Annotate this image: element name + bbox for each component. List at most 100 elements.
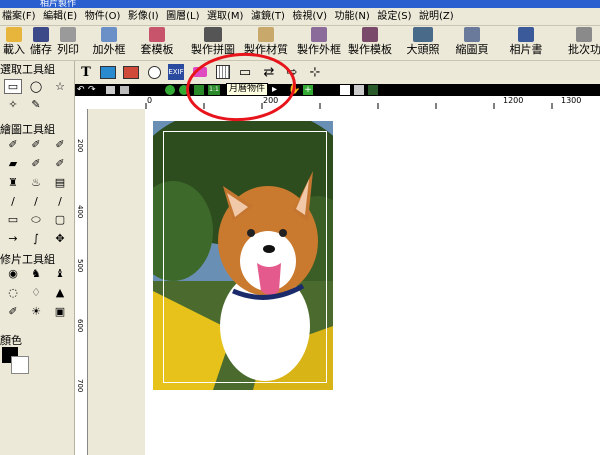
lasso-icon[interactable]: ☆ (51, 79, 69, 94)
ruler-label: 0 (147, 96, 153, 105)
clone-icon[interactable]: ♞ (27, 266, 45, 281)
background-color-swatch[interactable] (11, 356, 29, 374)
frame-design-icon (311, 27, 327, 42)
make-frame-button[interactable]: 製作外框 (295, 26, 343, 60)
smudge-icon[interactable]: ✐ (27, 156, 45, 171)
drop-icon[interactable]: ♢ (27, 285, 45, 300)
bottle-icon[interactable]: ♝ (51, 266, 69, 281)
highlighter-icon[interactable]: ✐ (51, 156, 69, 171)
photo-object-icon[interactable] (123, 64, 139, 80)
move-icon[interactable]: ✥ (51, 231, 69, 246)
red-eye-icon[interactable]: ◉ (4, 266, 22, 281)
collage-icon (204, 27, 222, 42)
sharpen-icon[interactable]: ▲ (51, 285, 69, 300)
save-button[interactable]: 儲存 (29, 26, 53, 60)
patch-icon[interactable]: ▣ (51, 304, 69, 319)
ellipse-shape-icon[interactable]: ⬭ (27, 212, 45, 227)
view-toolbar: ↶ ↷ 1:1 ▸ ✋ + (75, 84, 600, 96)
magic-wand-icon[interactable]: ✧ (4, 97, 22, 112)
marker-icon[interactable]: / (27, 194, 45, 209)
template-design-icon (362, 27, 378, 42)
tooltip: 月曆物件 (226, 83, 269, 96)
menu-file[interactable]: 檔案(F) (0, 8, 38, 25)
brush-icon[interactable]: ✐ (4, 137, 22, 152)
ruler-label: 600 (76, 319, 84, 333)
album-icon (518, 27, 534, 42)
menu-view[interactable]: 檢視(V) (290, 8, 329, 25)
print-button[interactable]: 列印 (56, 26, 80, 60)
frame-icon (101, 27, 117, 42)
arrow-line-icon[interactable]: → (4, 231, 22, 246)
nodes-icon[interactable]: ⊹ (307, 64, 323, 80)
add-icon[interactable]: + (303, 85, 313, 95)
redo-icon[interactable]: ↷ (88, 85, 98, 95)
menu-bar: 檔案(F) 編輯(E) 物件(O) 影像(I) 圖層(L) 選取(M) 濾鏡(T… (0, 8, 600, 26)
template-button[interactable]: 套模板 (139, 26, 175, 60)
texture-icon (258, 27, 274, 42)
canvas-gutter (88, 109, 145, 455)
clock-icon[interactable] (146, 64, 162, 80)
load-button[interactable]: 載入 (2, 26, 26, 60)
text-tool-icon[interactable]: T (78, 64, 94, 80)
menu-image[interactable]: 影像(I) (126, 8, 161, 25)
foreground-swatch[interactable] (340, 85, 350, 95)
swatch-dropdown-icon[interactable] (368, 85, 378, 95)
ruler-label: 200 (76, 139, 84, 153)
undo-icon[interactable]: ↶ (77, 85, 87, 95)
pen-icon[interactable]: / (4, 194, 22, 209)
batch-icon (576, 27, 592, 42)
ellipse-select-icon[interactable]: ◯ (27, 79, 45, 94)
batch-button[interactable]: 批次功 (568, 26, 600, 60)
blur-icon[interactable]: ◌ (4, 285, 22, 300)
menu-help[interactable]: 說明(Z) (417, 8, 456, 25)
gradient-icon[interactable]: ▤ (51, 175, 69, 190)
menu-filter[interactable]: 濾鏡(T) (249, 8, 287, 25)
color-title: 顏色 (0, 334, 22, 347)
ruler-label: 700 (76, 379, 84, 393)
add-frame-button[interactable]: 加外框 (91, 26, 127, 60)
rectangle-shape-icon[interactable]: ▭ (4, 212, 22, 227)
menu-edit[interactable]: 編輯(E) (41, 8, 79, 25)
zoom-in-icon[interactable] (165, 85, 175, 95)
bulb-icon[interactable]: ☀ (27, 304, 45, 319)
select-tools-title: 選取工具組 (0, 63, 55, 76)
ruler-label: 1300 (561, 96, 582, 105)
pencil-icon[interactable]: ✐ (51, 137, 69, 152)
brush-select-icon[interactable]: ✎ (27, 97, 45, 112)
paste-icon[interactable] (120, 86, 129, 94)
red-brush-icon[interactable]: ✐ (4, 304, 22, 319)
thumbnail-icon (464, 27, 480, 42)
menu-settings[interactable]: 設定(S) (375, 8, 413, 25)
floppy-disk-icon (33, 27, 49, 42)
airbrush-icon[interactable]: ✐ (27, 137, 45, 152)
make-template-button[interactable]: 製作模板 (346, 26, 394, 60)
printer-icon (60, 27, 76, 42)
curve-icon[interactable]: ∫ (27, 231, 45, 246)
rect-select-icon[interactable]: ▭ (4, 79, 22, 94)
copy-icon[interactable] (106, 86, 115, 94)
main-toolbar: 載入 儲存 列印 加外框 套模板 製作拼圖 製作材質 製作外框 製作模板 大頭照… (0, 26, 600, 61)
left-tool-panel: 選取工具組 ▭ ◯ ☆ ✧ ✎ 繪圖工具組 ✐ ✐ ✐ ▰ ✐ ✐ ♜ ♨ ▤ … (0, 61, 75, 455)
image-object-icon[interactable] (100, 64, 116, 80)
background-swatch[interactable] (354, 85, 364, 95)
rounded-rect-icon[interactable]: ▢ (51, 212, 69, 227)
menu-function[interactable]: 功能(N) (333, 8, 372, 25)
eraser-icon[interactable]: ▰ (4, 156, 22, 171)
draw-tools-title: 繪圖工具組 (0, 123, 55, 136)
stamp-icon[interactable]: ♜ (4, 175, 22, 190)
exif-icon[interactable]: EXIF (168, 64, 184, 80)
eyedropper-icon[interactable]: / (51, 194, 69, 209)
thumbnail-page-button[interactable]: 縮圖頁 (454, 26, 490, 60)
fill-bucket-icon[interactable]: ♨ (27, 175, 45, 190)
big-head-button[interactable]: 大頭照 (405, 26, 441, 60)
object-toolbar: T EXIF ▭ ⇄ ⇨ ⊹ (75, 61, 600, 85)
album-button[interactable]: 相片書 (508, 26, 544, 60)
menu-layer[interactable]: 圖層(L) (164, 8, 201, 25)
menu-object[interactable]: 物件(O) (83, 8, 123, 25)
horizontal-ruler: 0 200 1200 1300 (75, 96, 600, 110)
vertical-ruler: 200 400 500 600 700 (75, 109, 88, 455)
ruler-label: 400 (76, 205, 84, 219)
retouch-tools-title: 修片工具組 (0, 253, 55, 266)
menu-select[interactable]: 選取(M) (205, 8, 245, 25)
title-bar: 相片製作 (0, 0, 600, 9)
